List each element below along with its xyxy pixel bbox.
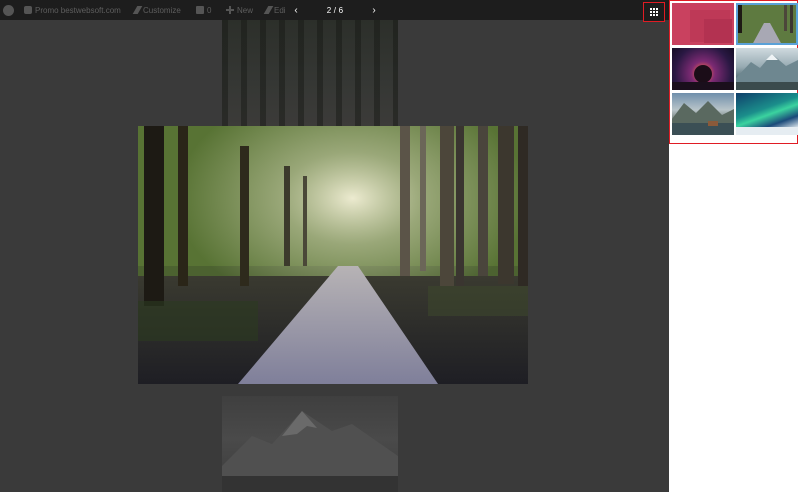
next-slide-preview[interactable] (222, 396, 398, 492)
grid-dots-icon (650, 8, 658, 16)
forest-trees-shade (222, 20, 398, 126)
prev-slide-button[interactable]: ‹ (290, 0, 302, 20)
thumb-mountain-lake-cabin[interactable] (672, 93, 734, 135)
admin-bar-wp-logo[interactable] (3, 0, 14, 20)
plus-icon (226, 6, 234, 14)
admin-bar-edit[interactable]: Edi (263, 0, 286, 20)
thumbnail-panel (669, 0, 800, 492)
admin-bar-comments[interactable]: 0 (196, 0, 211, 20)
previous-slide-preview[interactable] (222, 20, 398, 126)
lightbox-stage (0, 20, 669, 492)
thumb-aurora[interactable] (736, 93, 798, 135)
thumb-snowy-mountains[interactable] (736, 48, 798, 90)
thumbnails-toggle-button[interactable] (643, 2, 665, 22)
current-slide-image[interactable] (138, 126, 528, 384)
lightbox-nav: ‹ 2 / 6 › (290, 0, 380, 20)
next-slide-button[interactable]: › (368, 0, 380, 20)
thumb-purple-tree[interactable] (672, 48, 734, 90)
mountain-silhouette (222, 411, 398, 492)
edit-pencil-icon (263, 6, 274, 14)
customize-brush-icon (132, 6, 143, 14)
customize-label: Customize (143, 5, 181, 15)
admin-bar-customize[interactable]: Customize (132, 0, 181, 20)
chevron-right-icon: › (372, 4, 376, 16)
comment-bubble-icon (196, 6, 204, 14)
forest-road-illustration (138, 126, 528, 384)
wordpress-logo-icon (3, 4, 14, 16)
comments-count: 0 (207, 5, 212, 15)
new-label: New (237, 5, 254, 15)
admin-bar-new[interactable]: New (226, 0, 253, 20)
thumb-forest-road[interactable] (736, 3, 798, 45)
home-icon (24, 6, 32, 14)
chevron-left-icon: ‹ (294, 4, 298, 16)
edit-label: Edi (274, 5, 286, 15)
site-name-label: Promo bestwebsoft.com (35, 5, 121, 15)
thumbnail-grid (669, 0, 798, 144)
admin-bar-site-name[interactable]: Promo bestwebsoft.com (24, 0, 121, 20)
thumb-pink-placeholder[interactable] (672, 3, 734, 45)
slide-counter: 2 / 6 (326, 5, 344, 15)
